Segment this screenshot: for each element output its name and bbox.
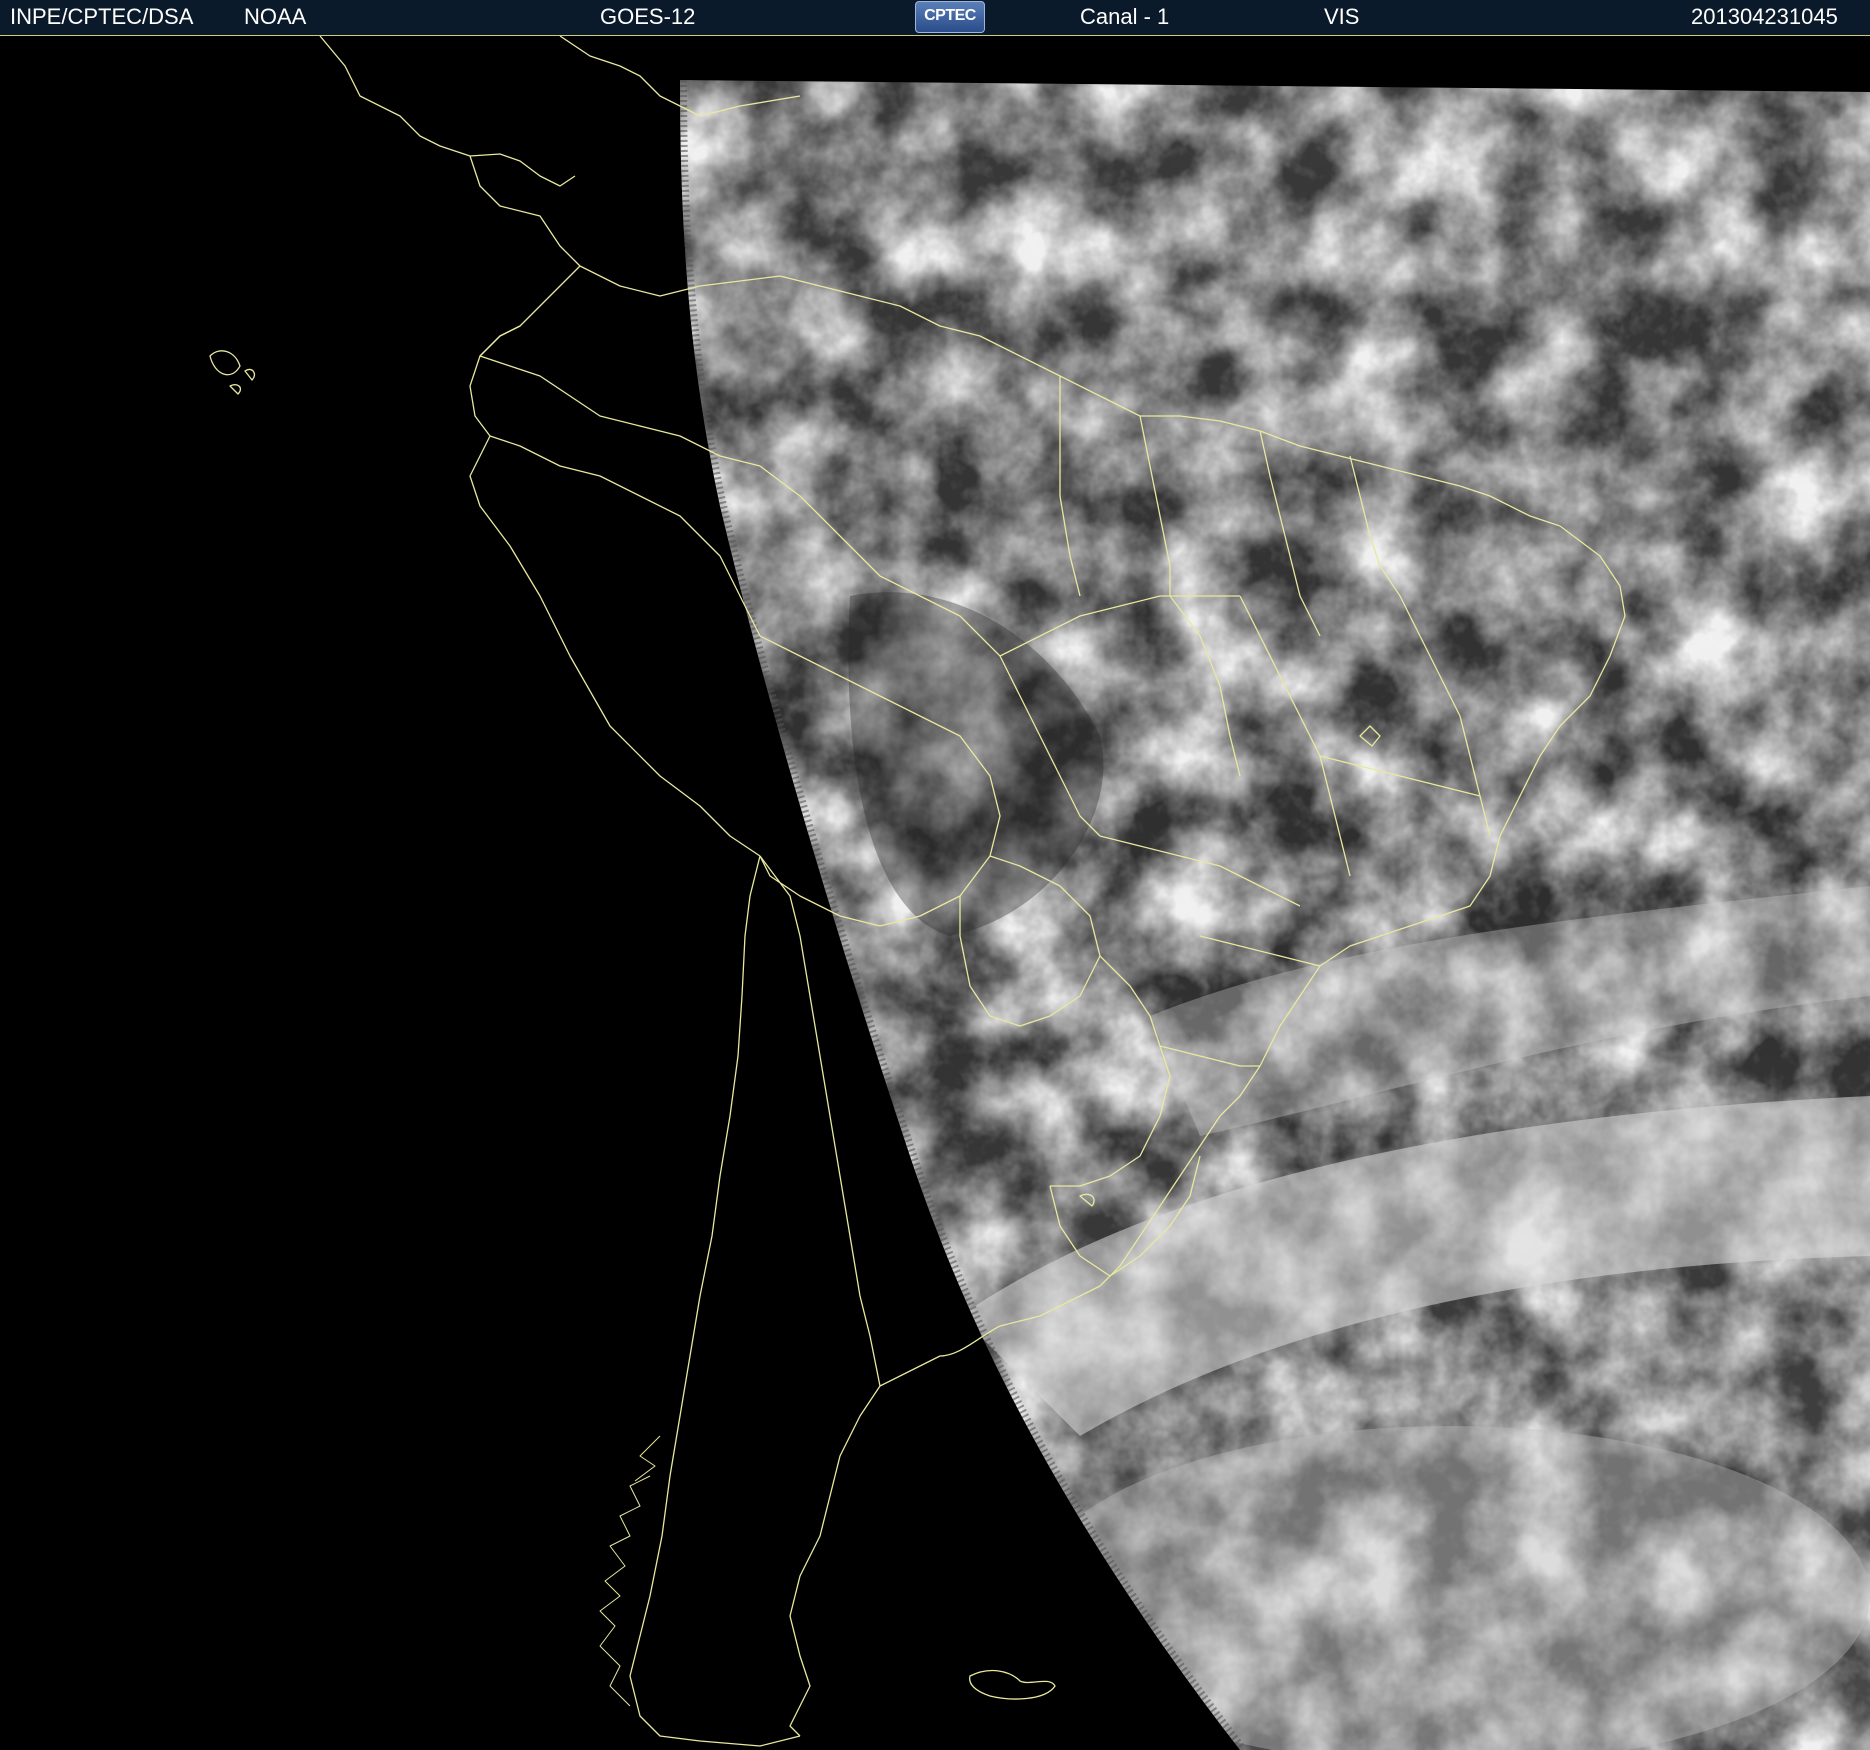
timestamp-label: 201304231045	[1691, 4, 1838, 29]
channel-label: Canal - 1	[1080, 4, 1170, 29]
satellite-label: GOES-12	[600, 4, 696, 29]
satellite-viewer: INPE/CPTEC/DSA NOAA GOES-12 CPTEC Canal …	[0, 0, 1870, 1750]
agency-label: NOAA	[244, 4, 307, 29]
image-header-bar: INPE/CPTEC/DSA NOAA GOES-12 CPTEC Canal …	[0, 0, 1870, 36]
cptec-logo: CPTEC	[915, 1, 985, 33]
organization-label: INPE/CPTEC/DSA	[10, 4, 194, 29]
cptec-logo-text: CPTEC	[924, 7, 976, 24]
band-label: VIS	[1324, 4, 1360, 29]
satellite-image	[0, 36, 1870, 1750]
